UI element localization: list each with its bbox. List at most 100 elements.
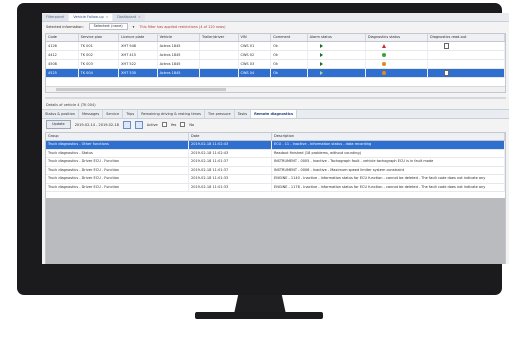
table-row[interactable]: Truck diagnostics - Status 2019-02-18 11…: [46, 149, 505, 158]
tab-label: Filterpanel: [46, 14, 65, 19]
table-cell: 2019-02-18 11:02:43: [189, 149, 272, 157]
tab-service[interactable]: Service: [103, 110, 124, 118]
table-cell: 2019-02-18 11:01:33: [189, 183, 272, 191]
column-header[interactable]: Group: [46, 133, 189, 140]
no-label: No: [189, 122, 195, 127]
column-header[interactable]: Trailer/driver: [200, 34, 239, 41]
table-cell: Readout finished (18 problems, without c…: [272, 149, 505, 157]
tab-remote-diagnostics[interactable]: Remote diagnostics: [251, 110, 298, 118]
tab-vehicle-follow-up[interactable]: Vehicle Follow-up ✕: [69, 13, 113, 21]
status-green-icon: [381, 53, 386, 57]
table-cell: CWS 01: [239, 42, 272, 50]
date-range-field[interactable]: 2019-02-14 - 2019-02-18: [75, 123, 119, 127]
table-cell: XHT 415: [119, 51, 158, 59]
close-icon[interactable]: ✕: [138, 14, 141, 21]
table-cell: TK 003: [79, 60, 120, 68]
arrow-right-icon: [319, 44, 323, 48]
table-cell: CWS 04: [239, 69, 272, 77]
column-header[interactable]: Comment: [271, 34, 308, 41]
close-icon[interactable]: ✕: [106, 14, 109, 21]
status-orange-icon: [381, 71, 386, 75]
table-cell: XHT 522: [119, 60, 158, 68]
table-row-selected[interactable]: 4525 TK 004 XHT 530 Actros 1845 CWS 04 O…: [46, 69, 505, 78]
no-checkbox[interactable]: [180, 122, 186, 127]
chevron-down-icon[interactable]: ▾: [133, 25, 135, 29]
table-cell: [428, 69, 505, 77]
table-cell: [366, 69, 429, 77]
column-header[interactable]: Code: [46, 34, 79, 41]
refresh-icon[interactable]: [134, 120, 143, 129]
tab-status-position[interactable]: Status & position: [42, 110, 79, 118]
table-cell: 2019-02-18 11:01:37: [189, 158, 272, 166]
table-cell: CWS 02: [239, 51, 272, 59]
table-cell: Truck diagnostics - Driver ECU - Functio…: [46, 183, 189, 191]
monitor-bezel: Filterpanel Vehicle Follow-up ✕ Dashboar…: [17, 3, 509, 295]
column-header[interactable]: VIN: [239, 34, 272, 41]
details-title: Details of vehicle 4 (TK 004): [46, 103, 96, 107]
details-tabstrip: Status & position Messages Service Trips…: [42, 109, 509, 119]
filter-bar: Selected information: Selected: (none) ▾…: [42, 23, 509, 30]
table-cell: [308, 51, 366, 59]
tab-label: Vehicle Follow-up: [73, 14, 104, 19]
column-header[interactable]: Diagnostics read-out: [428, 34, 505, 41]
table-cell: Ok: [271, 42, 308, 50]
panel-splitter[interactable]: [45, 97, 506, 99]
table-row[interactable]: Truck diagnostics - Driver ECU - Functio…: [46, 166, 505, 175]
column-header[interactable]: Diagnostics status: [366, 34, 429, 41]
table-cell: [308, 69, 366, 77]
table-cell: INSTRUMENT - 0006 - Inactive - Maximum s…: [272, 166, 505, 174]
column-header[interactable]: Service plan: [79, 34, 120, 41]
table-cell: [366, 51, 429, 59]
table-cell: Truck diagnostics - Status: [46, 149, 189, 157]
update-button[interactable]: Update: [46, 120, 71, 129]
calendar-icon[interactable]: [122, 120, 131, 129]
column-header[interactable]: Licence plate: [119, 34, 158, 41]
tab-messages[interactable]: Messages: [79, 110, 104, 118]
table-cell: ENGINE - 1178 - Inactive - Information s…: [272, 183, 505, 191]
table-cell: [428, 60, 505, 68]
table-cell: Truck diagnostics - Other functions: [46, 141, 189, 149]
tab-driving-times[interactable]: Remaining driving & resting times: [138, 110, 205, 118]
table-cell: Ok: [271, 51, 308, 59]
table-cell: TK 004: [79, 69, 120, 77]
table-row[interactable]: Truck diagnostics - Driver ECU - Functio…: [46, 175, 505, 184]
scrollbar-thumb[interactable]: [56, 88, 226, 91]
table-cell: CWS 03: [239, 60, 272, 68]
filter-select[interactable]: Selected: (none): [88, 23, 128, 30]
column-header[interactable]: Date: [189, 133, 272, 140]
vehicles-table-header: Code Service plan Licence plate Vehicle …: [46, 34, 505, 42]
table-row[interactable]: Truck diagnostics - Driver ECU - Functio…: [46, 183, 505, 192]
table-cell: Truck diagnostics - Driver ECU - Functio…: [46, 175, 189, 183]
yes-checkbox[interactable]: [161, 122, 167, 127]
table-cell: 2019-02-18 11:01:37: [189, 166, 272, 174]
tab-trips[interactable]: Trips: [123, 110, 139, 118]
column-header[interactable]: Alarm status: [308, 34, 366, 41]
table-row[interactable]: Truck diagnostics - Driver ECU - Functio…: [46, 158, 505, 167]
table-cell: Ok: [271, 60, 308, 68]
tab-dashboard[interactable]: Dashboard ✕: [113, 13, 145, 21]
table-cell: 4525: [46, 69, 79, 77]
table-cell: [308, 42, 366, 50]
tab-tire-pressure[interactable]: Tire pressure: [205, 110, 235, 118]
tab-tasks[interactable]: Tasks: [235, 110, 252, 118]
table-row[interactable]: 4126 TK 001 XHT 948 Actros 1845 CWS 01 O…: [46, 42, 505, 51]
arrow-right-icon: [319, 62, 323, 66]
active-label: Active: [146, 122, 158, 127]
table-cell: Actros 1845: [158, 42, 201, 50]
document-icon[interactable]: [444, 43, 450, 49]
document-icon[interactable]: [444, 70, 450, 76]
arrow-right-icon: [319, 53, 323, 57]
horizontal-scrollbar[interactable]: [46, 86, 505, 92]
table-row-selected[interactable]: Truck diagnostics - Other functions 2019…: [46, 141, 505, 150]
column-header[interactable]: Vehicle: [158, 34, 201, 41]
table-cell: INSTRUMENT - 0005 - Inactive - Tachograp…: [272, 158, 505, 166]
filter-label: Selected information:: [46, 24, 84, 29]
table-row[interactable]: 4508 TK 003 XHT 522 Actros 1845 CWS 03 O…: [46, 60, 505, 69]
table-cell: 4412: [46, 51, 79, 59]
table-cell: [200, 60, 239, 68]
app-window: Filterpanel Vehicle Follow-up ✕ Dashboar…: [42, 13, 509, 264]
table-row[interactable]: 4412 TK 002 XHT 415 Actros 1845 CWS 02 O…: [46, 51, 505, 60]
tab-filterpanel[interactable]: Filterpanel: [42, 13, 69, 21]
column-header[interactable]: Description: [272, 133, 505, 140]
filter-warning: This filter has applied restrictions (4 …: [139, 24, 226, 29]
